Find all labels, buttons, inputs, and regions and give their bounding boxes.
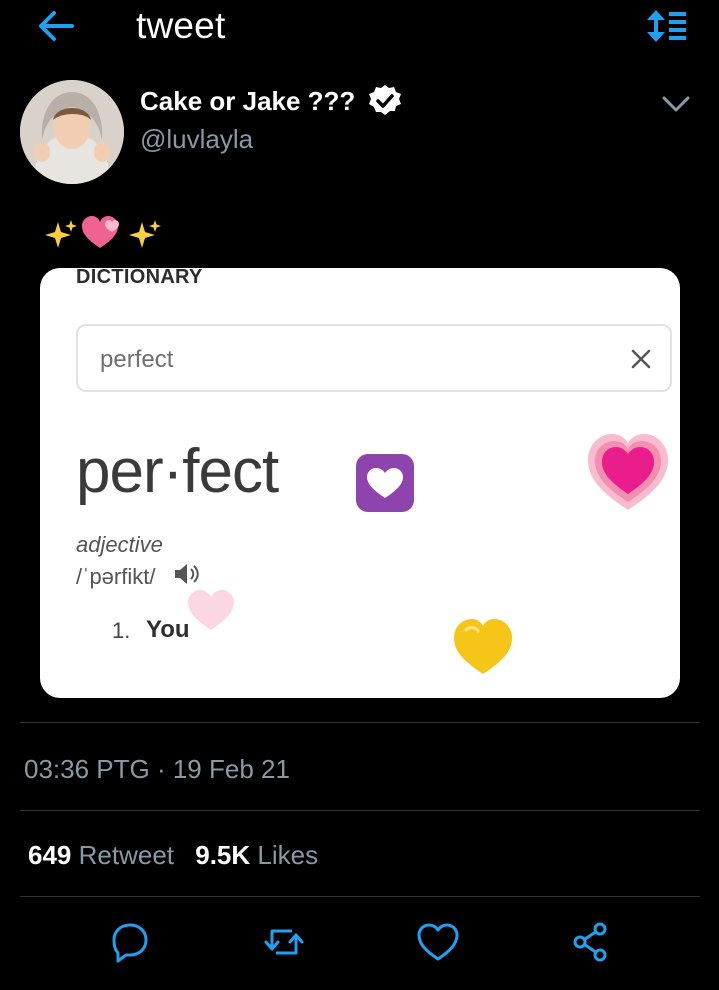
verified-badge-icon	[368, 84, 402, 118]
arrow-left-icon	[39, 11, 74, 41]
sparkles-icon	[45, 220, 77, 248]
faint-heart-icon	[188, 590, 234, 630]
tweet-media-image[interactable]: DICTIONARY perfect per·fect adjective /ˈ…	[40, 268, 680, 698]
reply-button[interactable]	[106, 918, 154, 966]
pronunciation: /ˈpərfikt/	[76, 564, 156, 589]
growing-heart-icon	[588, 434, 668, 510]
yellow-heart-icon	[454, 619, 512, 674]
speaker-icon	[175, 564, 199, 584]
tweet-text	[44, 210, 174, 256]
tweet-timestamp[interactable]: 03:36 PTG · 19 Feb 21	[24, 754, 290, 785]
divider	[20, 810, 700, 811]
chevron-down-icon	[662, 96, 690, 112]
action-bar	[0, 918, 719, 974]
top-bar: tweet	[0, 0, 719, 60]
definition-text: You	[146, 616, 190, 643]
share-button[interactable]	[566, 918, 614, 966]
divider	[20, 896, 700, 897]
retweet-label[interactable]: Retweet	[79, 840, 174, 870]
revolving-hearts-icon	[82, 216, 119, 248]
sort-icon	[647, 10, 686, 42]
dictionary-search-value: perfect	[100, 346, 174, 373]
heart-decoration-icon	[356, 454, 414, 512]
tweet-menu-button[interactable]	[660, 90, 692, 118]
like-icon	[417, 923, 459, 961]
dictionary-label: DICTIONARY	[76, 268, 203, 288]
avatar-image	[20, 80, 124, 184]
definition-number: 1.	[112, 618, 131, 643]
tweet-stats: 649 Retweet 9.5K Likes	[28, 840, 332, 871]
avatar[interactable]	[20, 80, 124, 184]
retweet-count[interactable]: 649	[28, 840, 71, 870]
like-label[interactable]: Likes	[257, 840, 318, 870]
sort-button[interactable]	[644, 6, 690, 46]
author-name[interactable]: Cake or Jake ???	[140, 86, 355, 117]
like-count[interactable]: 9.5K	[195, 840, 250, 870]
dictionary-search-field: perfect	[76, 324, 672, 392]
close-icon	[631, 349, 651, 369]
back-button[interactable]	[34, 6, 78, 46]
reply-icon	[112, 923, 148, 963]
author-handle[interactable]: @luvlayla	[140, 124, 253, 155]
part-of-speech: adjective	[76, 532, 163, 557]
dictionary-word: per·fect	[76, 437, 279, 506]
share-icon	[573, 922, 607, 962]
retweet-icon	[264, 929, 304, 955]
sparkles-icon	[129, 220, 161, 248]
divider	[20, 722, 700, 723]
page-title: tweet	[136, 5, 226, 46]
retweet-button[interactable]	[260, 918, 308, 966]
like-button[interactable]	[414, 918, 462, 966]
